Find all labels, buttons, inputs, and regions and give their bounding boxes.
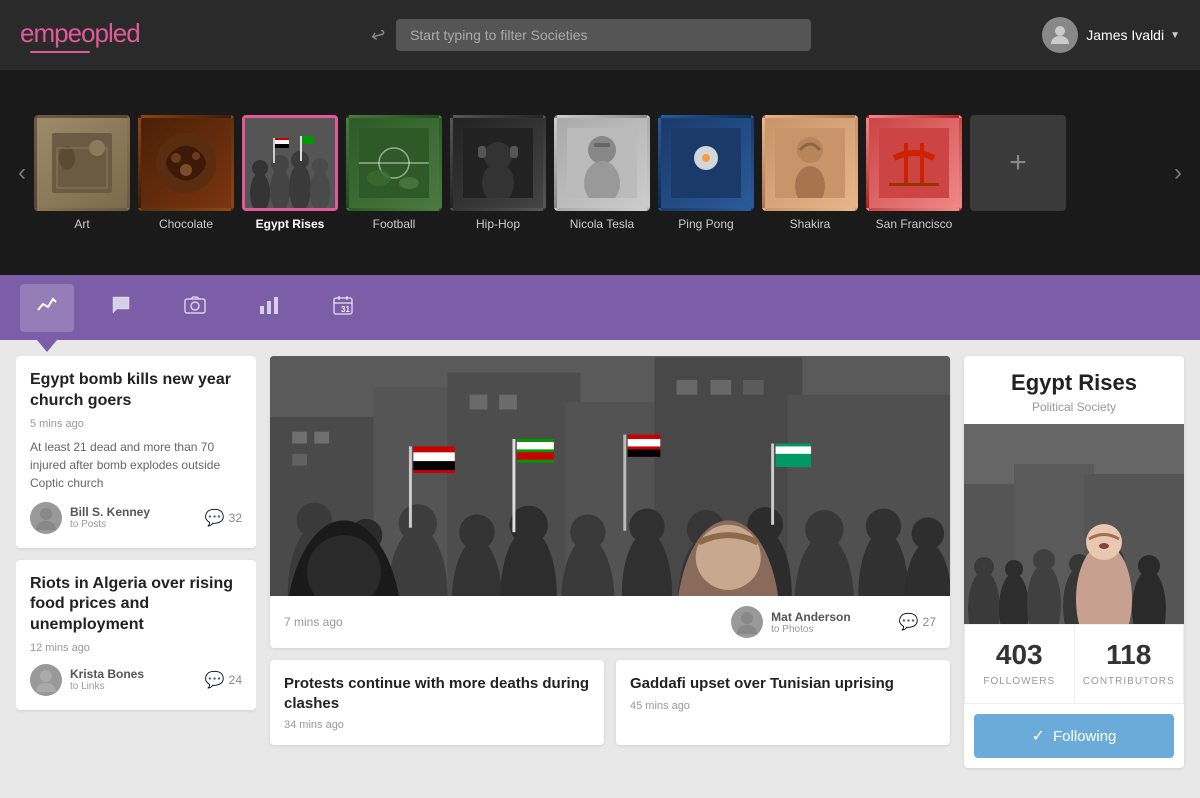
society-list: Art Chocolate — [34, 115, 1166, 231]
feed-icon — [36, 294, 58, 322]
chat-icon — [110, 294, 132, 322]
followers-stat: 403 FOLLOWERS — [964, 624, 1074, 704]
society-label-egypt: Egypt Rises — [256, 217, 325, 231]
search-arrow-icon: ↩ — [369, 23, 389, 47]
stats-icon — [258, 294, 280, 322]
following-button-label: Following — [1053, 728, 1116, 745]
tab-photos[interactable] — [168, 284, 222, 332]
society-label-shakira: Shakira — [790, 217, 831, 231]
society-label-pingpong: Ping Pong — [678, 217, 733, 231]
contributors-stat: 118 CONTRIBUTORS — [1074, 624, 1185, 704]
society-item-shakira[interactable]: Shakira — [762, 115, 858, 231]
small-card-2: Gaddafi upset over Tunisian uprising 45 … — [616, 660, 950, 745]
followers-count: 403 — [973, 639, 1066, 671]
society-panel-title: Egypt Rises — [964, 356, 1184, 400]
society-item-pingpong[interactable]: Ping Pong — [658, 115, 754, 231]
small-card-title-1: Protests continue with more deaths durin… — [284, 674, 590, 713]
header: empeopled ↩ James Ivaldi ▼ — [0, 0, 1200, 70]
main-image-card: 7 mins ago Mat Anderson to Photos 💬 27 — [270, 356, 950, 648]
news-footer-2: Krista Bones to Links 💬 24 — [30, 664, 242, 696]
small-cards-row: Protests continue with more deaths durin… — [270, 660, 950, 745]
tab-calendar[interactable]: 31 — [316, 284, 370, 332]
society-label-football: Football — [373, 217, 416, 231]
main-image-footer: 7 mins ago Mat Anderson to Photos 💬 27 — [270, 596, 950, 648]
comment-bubble-icon-1: 💬 — [205, 508, 225, 528]
post-author: Mat Anderson to Photos 💬 27 — [731, 606, 936, 638]
society-panel-type: Political Society — [964, 400, 1184, 424]
society-label-chocolate: Chocolate — [159, 217, 213, 231]
search-input[interactable] — [396, 19, 811, 51]
main-protest-image — [270, 356, 950, 596]
post-comment-count: 💬 27 — [899, 612, 936, 632]
contributors-count: 118 — [1083, 639, 1176, 671]
left-column: Egypt bomb kills new year church goers 5… — [16, 356, 256, 782]
followers-label: FOLLOWERS — [983, 676, 1055, 687]
tab-bar: 31 — [0, 275, 1200, 340]
society-item-sanfran[interactable]: San Francisco — [866, 115, 962, 231]
news-excerpt-1: At least 21 dead and more than 70 injure… — [30, 438, 242, 492]
society-item-tesla[interactable]: Nicola Tesla — [554, 115, 650, 231]
society-item-art[interactable]: Art — [34, 115, 130, 231]
news-card-1: Egypt bomb kills new year church goers 5… — [16, 356, 256, 548]
society-item-chocolate[interactable]: Chocolate — [138, 115, 234, 231]
tab-stats[interactable] — [242, 284, 296, 332]
comment-bubble-icon-2: 💬 — [205, 670, 225, 690]
society-bar: ‹ Art Chocolate — [0, 70, 1200, 275]
prev-arrow[interactable]: ‹ — [10, 159, 34, 187]
society-info-panel: Egypt Rises Political Society — [964, 356, 1184, 768]
news-card-2: Riots in Algeria over rising food prices… — [16, 560, 256, 710]
society-label-tesla: Nicola Tesla — [570, 217, 634, 231]
svg-text:31: 31 — [341, 305, 350, 314]
user-name: James Ivaldi — [1086, 27, 1164, 43]
post-author-info: Mat Anderson to Photos — [771, 610, 851, 635]
stats-row: 403 FOLLOWERS 118 CONTRIBUTORS — [964, 624, 1184, 704]
news-title-2: Riots in Algeria over rising food prices… — [30, 574, 242, 636]
society-add[interactable]: + — [970, 115, 1066, 231]
news-title-1: Egypt bomb kills new year church goers — [30, 370, 242, 412]
society-item-egypt[interactable]: Egypt Rises — [242, 115, 338, 231]
tab-feed[interactable] — [20, 284, 74, 332]
tab-chat[interactable] — [94, 284, 148, 332]
comment-count-2: 💬 24 — [205, 670, 242, 690]
post-comment-icon: 💬 — [899, 612, 919, 632]
small-card-time-1: 34 mins ago — [284, 719, 590, 731]
author-avatar-1 — [30, 502, 62, 534]
news-author-2: Krista Bones to Links — [30, 664, 144, 696]
user-menu[interactable]: James Ivaldi ▼ — [1042, 17, 1180, 53]
society-item-football[interactable]: Football — [346, 115, 442, 231]
contributors-label: CONTRIBUTORS — [1083, 676, 1175, 687]
add-society-icon: + — [1009, 146, 1027, 180]
society-label-sanfran: San Francisco — [876, 217, 953, 231]
comment-count-1: 💬 32 — [205, 508, 242, 528]
right-column: Egypt Rises Political Society — [964, 356, 1184, 782]
check-icon: ✓ — [1032, 726, 1045, 746]
next-arrow[interactable]: › — [1166, 159, 1190, 187]
calendar-icon: 31 — [332, 294, 354, 322]
news-time-1: 5 mins ago — [30, 418, 242, 430]
post-time: 7 mins ago — [284, 615, 343, 629]
news-author-1: Bill S. Kenney to Posts — [30, 502, 150, 534]
logo[interactable]: empeopled — [20, 18, 140, 53]
post-author-avatar — [731, 606, 763, 638]
camera-icon — [184, 294, 206, 322]
society-cover-image — [964, 424, 1184, 624]
society-label-hiphop: Hip-Hop — [476, 217, 520, 231]
main-content: Egypt bomb kills new year church goers 5… — [0, 340, 1200, 798]
news-footer-1: Bill S. Kenney to Posts 💬 32 — [30, 502, 242, 534]
society-item-hiphop[interactable]: Hip-Hop — [450, 115, 546, 231]
user-avatar — [1042, 17, 1078, 53]
following-button[interactable]: ✓ Following — [974, 714, 1174, 758]
small-card-title-2: Gaddafi upset over Tunisian uprising — [630, 674, 936, 694]
author-info-2: Krista Bones to Links — [70, 667, 144, 692]
center-column: 7 mins ago Mat Anderson to Photos 💬 27 — [256, 356, 964, 782]
user-chevron-icon: ▼ — [1170, 30, 1180, 41]
society-label-art: Art — [74, 217, 89, 231]
small-card-1: Protests continue with more deaths durin… — [270, 660, 604, 745]
author-avatar-2 — [30, 664, 62, 696]
news-time-2: 12 mins ago — [30, 642, 242, 654]
author-info-1: Bill S. Kenney to Posts — [70, 505, 150, 530]
small-card-time-2: 45 mins ago — [630, 700, 936, 712]
